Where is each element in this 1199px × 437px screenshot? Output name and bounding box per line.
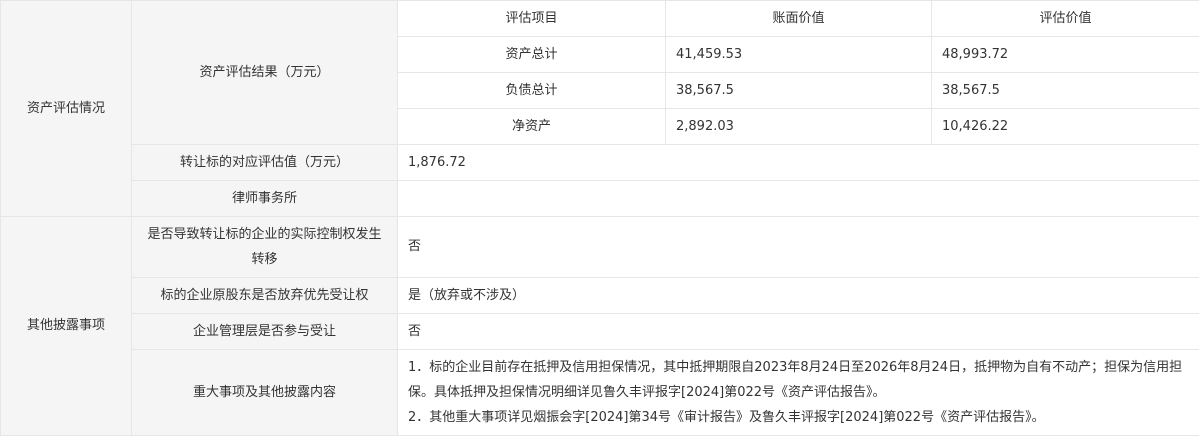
- column-header-book-value: 账面价值: [665, 0, 932, 37]
- major-items-line-2: 2．其他重大事项详见烟振会字[2024]第34号《审计报告》及鲁久丰评报字[20…: [408, 410, 1045, 425]
- control-change-label: 是否导致转让标的企业的实际控制权发生转移: [131, 216, 398, 278]
- law-firm-label: 律师事务所: [131, 180, 398, 217]
- management-value: 否: [397, 313, 1199, 350]
- management-label: 企业管理层是否参与受让: [131, 313, 398, 350]
- table-row: 其他披露事项 是否导致转让标的企业的实际控制权发生转移 否: [0, 216, 1199, 436]
- column-header-item: 评估项目: [397, 0, 666, 37]
- shareholder-waive-value: 是（放弃或不涉及）: [397, 277, 1199, 314]
- net-assets-book-value: 2,892.03: [665, 108, 932, 145]
- table-row: 转让标的对应评估值（万元） 1,876.72: [1, 144, 1199, 181]
- major-items-content: 1．标的企业目前存在抵押及信用担保情况，其中抵押期限自2023年8月24日至20…: [397, 349, 1199, 436]
- control-change-value: 否: [397, 216, 1199, 278]
- row-label-total-liabilities: 负债总计: [397, 72, 666, 109]
- net-assets-appraised-value: 10,426.22: [931, 108, 1199, 145]
- table-row: 律师事务所: [1, 180, 1199, 217]
- asset-result-label: 资产评估结果（万元）: [131, 0, 398, 145]
- column-header-appraised-value: 评估价值: [931, 0, 1199, 37]
- target-value-label: 转让标的对应评估值（万元）: [131, 144, 398, 181]
- row-label-total-assets: 资产总计: [397, 36, 666, 73]
- major-items-line-1: 1．标的企业目前存在抵押及信用担保情况，其中抵押期限自2023年8月24日至20…: [408, 360, 1183, 400]
- law-firm-value: [397, 180, 1199, 217]
- row-label-net-assets: 净资产: [397, 108, 666, 145]
- table-row: 标的企业原股东是否放弃优先受让权 是（放弃或不涉及）: [1, 277, 1199, 314]
- total-assets-appraised-value: 48,993.72: [931, 36, 1199, 73]
- section-title-asset: 资产评估情况: [0, 0, 132, 217]
- shareholder-waive-label: 标的企业原股东是否放弃优先受让权: [131, 277, 398, 314]
- disclosure-table: 资产评估情况 资产评估结果（万元） 评估项目 账面价值 评估价值 资产总计 41…: [0, 0, 1199, 436]
- target-value: 1,876.72: [397, 144, 1199, 181]
- table-row: 企业管理层是否参与受让 否: [1, 313, 1199, 350]
- total-liabilities-book-value: 38,567.5: [665, 72, 932, 109]
- total-liabilities-appraised-value: 38,567.5: [931, 72, 1199, 109]
- major-items-label: 重大事项及其他披露内容: [131, 349, 398, 436]
- section-title-other: 其他披露事项: [0, 216, 132, 436]
- table-row: 资产评估情况 资产评估结果（万元） 评估项目 账面价值 评估价值: [0, 0, 1199, 217]
- total-assets-book-value: 41,459.53: [665, 36, 932, 73]
- table-row: 重大事项及其他披露内容 1．标的企业目前存在抵押及信用担保情况，其中抵押期限自2…: [1, 349, 1199, 436]
